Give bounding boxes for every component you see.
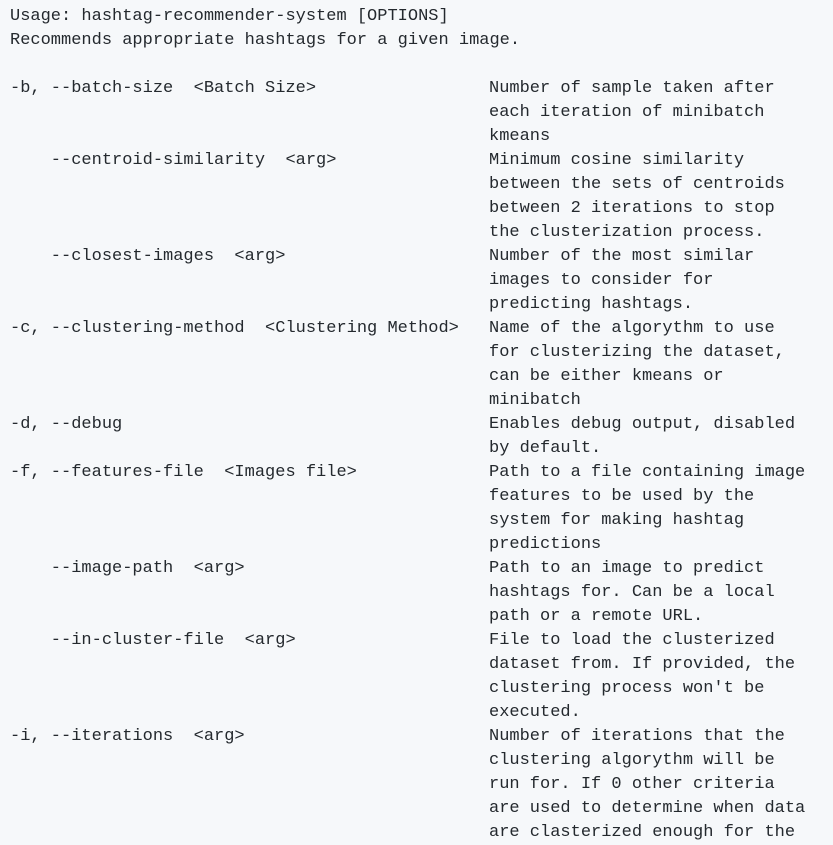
option-row: --in-cluster-file <arg> File to load the …: [10, 629, 833, 725]
option-description-line: Number of iterations that the: [489, 727, 785, 746]
option-description-line: predicting hashtags.: [489, 295, 694, 314]
option-description-line: Enables debug output, disabled: [489, 415, 796, 434]
option-flag: -c, --clustering-method <Clustering Meth…: [10, 319, 459, 338]
usage-line: Usage: hashtag-recommender-system [OPTIO…: [10, 7, 449, 26]
summary-line: Recommends appropriate hashtags for a gi…: [10, 31, 521, 50]
option-description-line: kmeans: [489, 127, 551, 146]
option-description-line: Number of the most similar: [489, 247, 755, 266]
option-description-line: Path to an image to predict: [489, 559, 765, 578]
option-description-line: system for making hashtag: [489, 511, 745, 530]
option-row: --closest-images <arg> Number of the most…: [10, 245, 833, 317]
option-description-line: for clusterizing the dataset,: [489, 343, 785, 362]
option-description-line: Path to a file containing image: [489, 463, 806, 482]
option-description-line: are clasterized enough for the: [489, 823, 796, 842]
option-row: --centroid-similarity <arg> Minimum cosin…: [10, 149, 833, 245]
option-description-line: dataset from. If provided, the: [489, 655, 796, 674]
option-description: Path to a file containing image features …: [489, 461, 805, 557]
option-description-line: between the sets of centroids: [489, 175, 785, 194]
option-description-line: Number of sample taken after: [489, 79, 775, 98]
code-block: Usage: hashtag-recommender-system [OPTIO…: [0, 0, 833, 845]
option-description-line: executed.: [489, 703, 581, 722]
option-description-line: are used to determine when data: [489, 799, 806, 818]
option-flag: -i, --iterations <arg>: [10, 727, 245, 746]
option-flag: -d, --debug: [10, 415, 123, 434]
option-description-line: between 2 iterations to stop: [489, 199, 775, 218]
option-description-line: can be either kmeans or: [489, 367, 724, 386]
option-row: -c, --clustering-method <Clustering Meth…: [10, 317, 833, 413]
option-description-line: run for. If 0 other criteria: [489, 775, 775, 794]
option-description-line: hashtags for. Can be a local: [489, 583, 775, 602]
option-description-line: each iteration of minibatch: [489, 103, 765, 122]
option-flag: -b, --batch-size <Batch Size>: [10, 79, 317, 98]
option-description: Enables debug output, disabled by default…: [489, 413, 795, 461]
option-flag: -f, --features-file <Images file>: [10, 463, 357, 482]
option-description: File to load the clusterized dataset from…: [489, 629, 795, 725]
option-row: --image-path <arg> Path to an image to pr…: [10, 557, 833, 629]
option-description-line: images to consider for: [489, 271, 714, 290]
option-row: -i, --iterations <arg> Number of iteratio…: [10, 725, 833, 845]
option-flag: --centroid-similarity <arg>: [10, 151, 337, 170]
option-flag: --in-cluster-file <arg>: [10, 631, 296, 650]
option-description-line: Minimum cosine similarity: [489, 151, 745, 170]
option-description: Minimum cosine similarity between the set…: [489, 149, 785, 245]
options-list: -b, --batch-size <Batch Size> Number of s…: [10, 77, 833, 845]
option-flag: --image-path <arg>: [10, 559, 245, 578]
option-description-line: Name of the algorythm to use: [489, 319, 775, 338]
option-description: Number of the most similar images to cons…: [489, 245, 754, 317]
option-description-line: features to be used by the: [489, 487, 755, 506]
option-description-line: minibatch: [489, 391, 581, 410]
option-description: Number of sample taken after each iterati…: [489, 77, 775, 149]
option-description-line: File to load the clusterized: [489, 631, 775, 650]
option-row: -f, --features-file <Images file> Path to…: [10, 461, 833, 557]
option-description-line: predictions: [489, 535, 602, 554]
option-description: Name of the algorythm to use for clusteri…: [489, 317, 785, 413]
option-description-line: by default.: [489, 439, 602, 458]
option-description-line: clustering algorythm will be: [489, 751, 775, 770]
option-row: -b, --batch-size <Batch Size> Number of s…: [10, 77, 833, 149]
option-description-line: path or a remote URL.: [489, 607, 704, 626]
option-row: -d, --debug Enables debug output, disable…: [10, 413, 833, 461]
option-description: Path to an image to predict hashtags for.…: [489, 557, 775, 629]
option-description: Number of iterations that the clustering …: [489, 725, 805, 845]
option-description-line: the clusterization process.: [489, 223, 765, 242]
option-flag: --closest-images <arg>: [10, 247, 286, 266]
option-description-line: clustering process won't be: [489, 679, 765, 698]
